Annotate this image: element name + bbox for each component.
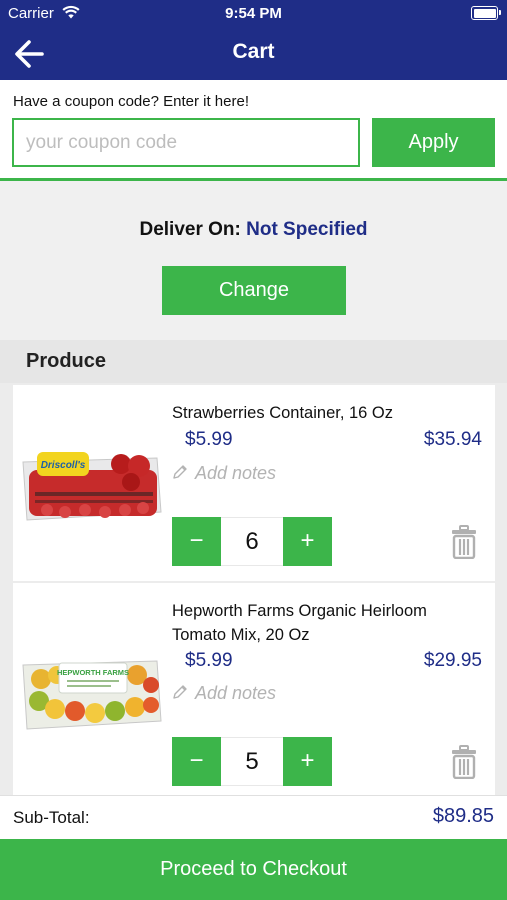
proceed-to-checkout-button[interactable]: Proceed to Checkout [0,839,507,900]
coupon-section: Have a coupon code? Enter it here! Apply [0,80,507,181]
pencil-icon [173,465,187,479]
delivery-date-line: Deliver On: Not Specified [0,219,507,241]
unit-price: $5.99 [185,650,233,671]
decrease-quantity-button[interactable]: − [172,517,221,566]
unit-price: $5.99 [185,429,233,450]
quantity-stepper: − 5 + [172,737,332,786]
subtotal-label: Sub-Total: [13,808,90,827]
battery-icon [471,6,501,20]
coupon-code-input[interactable] [12,118,360,167]
line-total: $29.95 [423,650,482,671]
tomato-mix-product-image: HEPWORTH FARMS [22,660,162,730]
add-notes-link[interactable]: Add notes [171,683,276,704]
page-title: Cart [232,40,275,63]
status-time: 9:54 PM [225,5,282,22]
line-total: $35.94 [423,429,482,450]
nav-bar: Cart [0,28,507,80]
subtotal-value: $89.85 [432,805,494,827]
coupon-prompt: Have a coupon code? Enter it here! [13,93,249,110]
category-title: Produce [26,350,107,372]
apply-coupon-button[interactable]: Apply [372,118,495,167]
deliver-on-label: Deliver On: [139,219,241,240]
add-notes-link[interactable]: Add notes [171,463,276,484]
trash-icon[interactable] [451,745,477,779]
subtotal-row: Sub-Total: $89.85 [0,795,507,839]
delivery-section: Deliver On: Not Specified Change [0,181,507,340]
increase-quantity-button[interactable]: + [283,737,332,786]
cart-item-list[interactable]: Driscoll's Strawberries Container, 16 Oz… [0,383,507,795]
quantity-stepper: − 6 + [172,517,332,566]
increase-quantity-button[interactable]: + [283,517,332,566]
strawberries-product-image: Driscoll's [22,452,162,521]
pencil-icon [173,685,187,699]
category-header: Produce [0,340,507,383]
trash-icon[interactable] [451,525,477,559]
cart-item: HEPWORTH FARMS Hepworth Farms Organic He… [13,583,495,795]
quantity-value[interactable]: 6 [221,517,283,566]
change-delivery-button[interactable]: Change [162,266,346,315]
quantity-value[interactable]: 5 [221,737,283,786]
decrease-quantity-button[interactable]: − [172,737,221,786]
deliver-on-value: Not Specified [246,219,368,240]
strawberries-brand-label: Driscoll's [41,460,86,471]
cart-item: Driscoll's Strawberries Container, 16 Oz… [13,385,495,581]
add-notes-label: Add notes [195,683,277,703]
product-name: Hepworth Farms Organic Heirloom Tomato M… [172,602,427,644]
product-name: Strawberries Container, 16 Oz [172,404,394,422]
status-bar: Carrier 9:54 PM [0,0,507,28]
tomato-brand-label: HEPWORTH FARMS [57,668,129,677]
add-notes-label: Add notes [195,463,277,483]
